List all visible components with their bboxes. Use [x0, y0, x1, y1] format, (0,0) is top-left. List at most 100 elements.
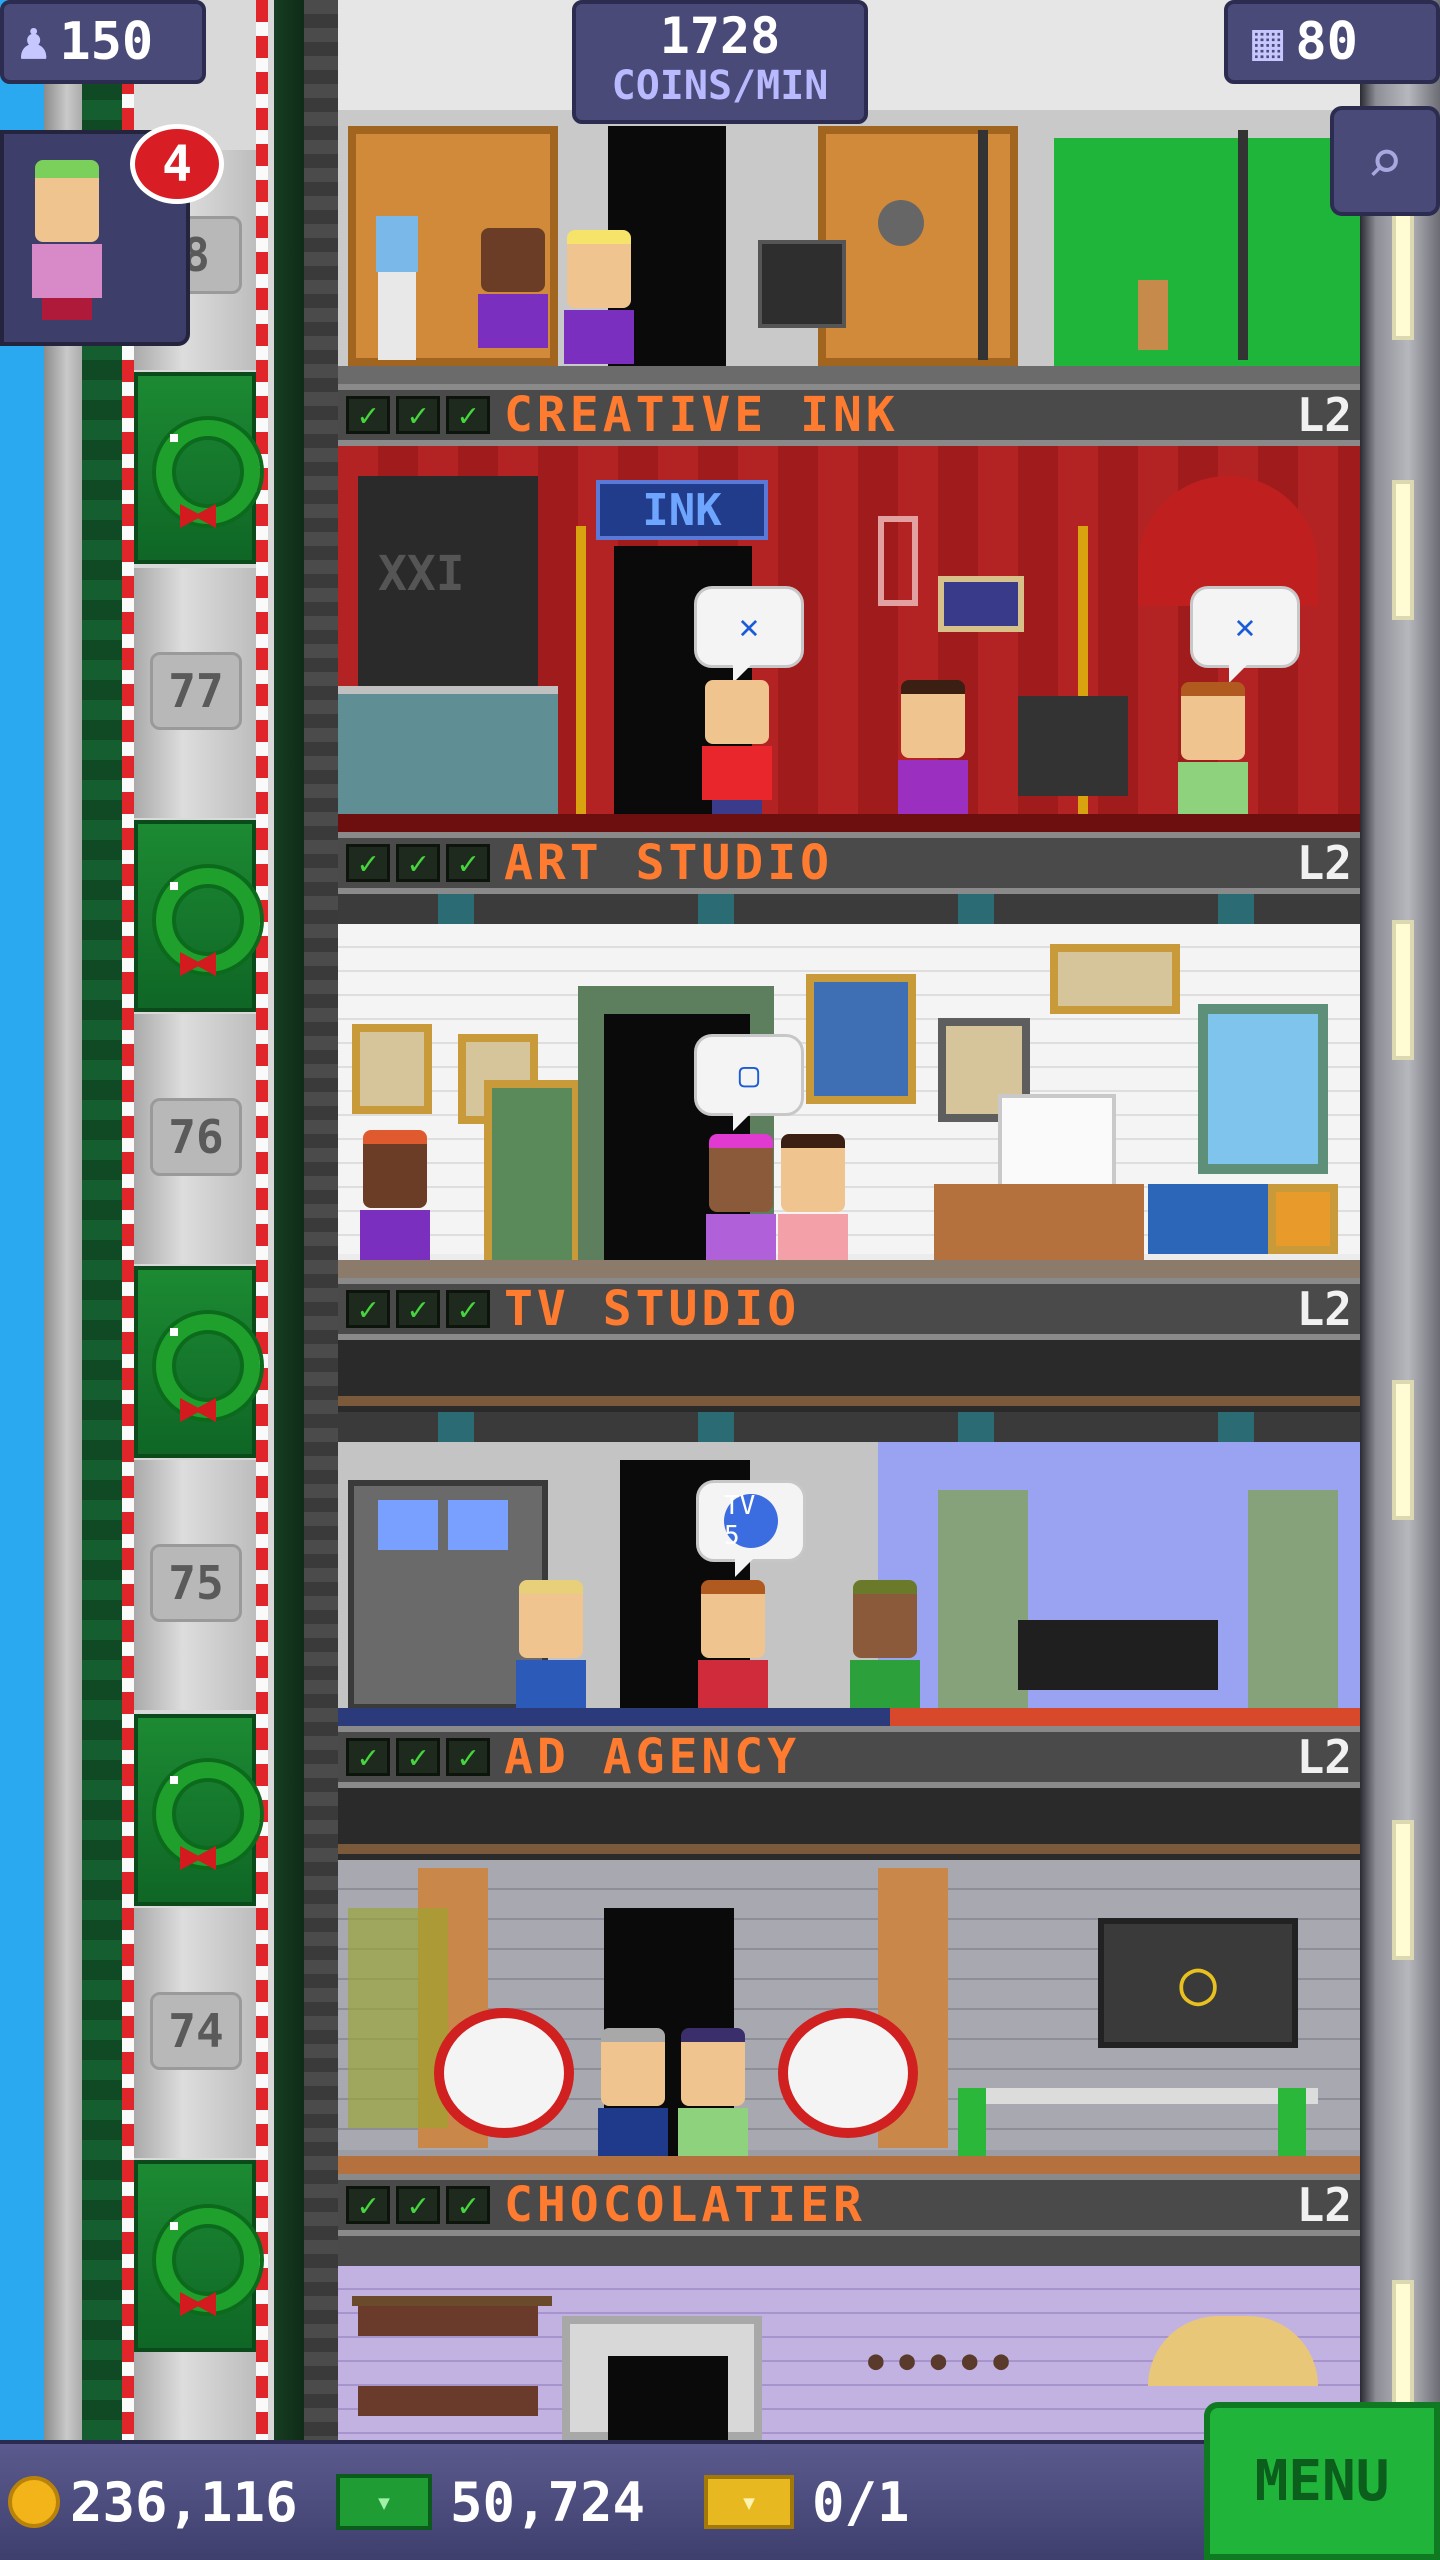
- plant: [938, 1490, 1028, 1710]
- floor-level: L2: [1296, 388, 1352, 442]
- checkmark-icon: ✓: [346, 1738, 390, 1776]
- checkmark-icon: ✓: [346, 844, 390, 882]
- floor-level: L2: [1296, 836, 1352, 890]
- elevator-floor-block: 77: [134, 568, 256, 818]
- office-chair: [958, 2088, 986, 2158]
- plant: [348, 1908, 448, 2128]
- ceiling: [338, 1412, 1360, 1442]
- tenant-person[interactable]: [702, 680, 772, 822]
- plant: [1248, 1490, 1338, 1710]
- room-creative-ink[interactable]: XXI INK ✕ ✕: [338, 446, 1360, 832]
- coins-value: 236,116: [70, 2470, 298, 2534]
- checkmark-icon: ✓: [396, 396, 440, 434]
- picture-frame: [484, 1080, 580, 1270]
- tenant-person[interactable]: [598, 2028, 668, 2174]
- elevator-floor-block: [134, 2352, 256, 2440]
- coins-rate-value: 1728: [659, 7, 781, 65]
- glass-counter: [338, 686, 558, 814]
- tenant-person[interactable]: [698, 1580, 768, 1726]
- xxi-sign: XXI: [378, 546, 465, 602]
- bux-display[interactable]: ▾ 50,724: [336, 2462, 645, 2542]
- studio-couch: [1018, 1620, 1218, 1690]
- wreath-block: [134, 820, 260, 1012]
- building-inner-rail: [304, 0, 338, 2440]
- checkmark-icon: ✓: [396, 844, 440, 882]
- floor-banner[interactable]: ✓ ✓ ✓ ART STUDIO L2: [338, 832, 1360, 894]
- floor-number: 77: [150, 652, 242, 730]
- speech-bubble[interactable]: ✕: [694, 586, 804, 668]
- floor-level: L2: [1296, 1730, 1352, 1784]
- checkmark-icon: ✓: [446, 396, 490, 434]
- floor-number: 76: [150, 1098, 242, 1176]
- wreath-block: [134, 1266, 260, 1458]
- tenant-person[interactable]: [850, 1580, 920, 1726]
- ceiling: [338, 2236, 1360, 2266]
- cabinet: [1148, 1184, 1278, 1254]
- room-ad-agency[interactable]: ◯: [338, 1788, 1360, 2174]
- easel-canvas: [998, 1094, 1116, 1192]
- floor-number: 74: [150, 1992, 242, 2070]
- elevator-floor-block: 76: [134, 1014, 256, 1264]
- checkmark-icon: ✓: [396, 1290, 440, 1328]
- tv-channel-icon: TV 5: [724, 1491, 778, 1551]
- light-stand: [978, 130, 988, 360]
- picture-frame: [806, 974, 916, 1104]
- wreath-block: [134, 2160, 260, 2352]
- checkmark-icon: ✓: [446, 2186, 490, 2224]
- tickets-value: 0/1: [812, 2470, 910, 2534]
- checkmark-icon: ✓: [396, 1738, 440, 1776]
- ceiling: [338, 894, 1360, 924]
- room-art-studio[interactable]: ▢: [338, 894, 1360, 1278]
- candy-cane-stripe-right: [256, 0, 268, 2440]
- coins-rate-unit: COINS/MIN: [611, 63, 829, 109]
- tenant-person[interactable]: [678, 2028, 748, 2174]
- picture-frame: [938, 576, 1024, 632]
- sky-background: [0, 0, 44, 2440]
- speech-bubble[interactable]: TV 5: [696, 1480, 806, 1562]
- floor-name: TV STUDIO: [504, 1281, 801, 1337]
- speech-bubble[interactable]: ✕: [1190, 586, 1300, 668]
- floor-level: L2: [1296, 2178, 1352, 2232]
- floor-banner[interactable]: ✓ ✓ ✓ CREATIVE INK L2: [338, 384, 1360, 446]
- room-tv-studio[interactable]: TV 5: [338, 1340, 1360, 1726]
- wreath-block: [134, 372, 260, 564]
- floor-banner[interactable]: ✓ ✓ ✓ CHOCOLATIER L2: [338, 2174, 1360, 2236]
- window: [1392, 1820, 1414, 1960]
- tenant-person[interactable]: [778, 1134, 848, 1278]
- room-doorway: [608, 2356, 728, 2440]
- tenant-person[interactable]: [478, 228, 548, 348]
- coin-icon: [8, 2476, 60, 2528]
- menu-button[interactable]: MENU: [1204, 2402, 1440, 2560]
- tenant-person[interactable]: [1178, 682, 1248, 832]
- coins-per-minute-panel: 1728 COINS/MIN: [572, 0, 868, 124]
- checkmark-icon: ✓: [346, 1290, 390, 1328]
- floor-name: ART STUDIO: [504, 835, 833, 891]
- egg-chair: [778, 2008, 918, 2138]
- avatar: [32, 160, 102, 320]
- population-value: 150: [59, 12, 154, 72]
- speech-bubble[interactable]: ▢: [694, 1034, 804, 1116]
- window: [1392, 2280, 1414, 2420]
- tenant-person[interactable]: [516, 1580, 586, 1726]
- tickets-display[interactable]: ▾ 0/1: [704, 2462, 910, 2542]
- building-icon: ▦: [1252, 12, 1284, 72]
- population-counter[interactable]: ♟ 150: [0, 0, 206, 84]
- floor-name: CHOCOLATIER: [504, 2177, 866, 2233]
- coins-display[interactable]: 236,116: [8, 2462, 298, 2542]
- person-icon: ♟: [18, 12, 50, 72]
- office-chair: [1278, 2088, 1306, 2158]
- bux-icon: ▾: [336, 2474, 432, 2530]
- floor-count-button[interactable]: ▦ 80: [1224, 0, 1440, 84]
- tenant-person[interactable]: [564, 230, 634, 364]
- picture-frame: [1050, 944, 1180, 1014]
- tenant-person[interactable]: [898, 680, 968, 832]
- ring-display: ◯: [1098, 1918, 1298, 2048]
- tenant-person[interactable]: [360, 1130, 430, 1264]
- elevator-floor-block: 75: [134, 1460, 256, 1710]
- search-button[interactable]: ⌕: [1330, 106, 1440, 216]
- bux-value: 50,724: [450, 2470, 646, 2534]
- floor-banner[interactable]: ✓ ✓ ✓ TV STUDIO L2: [338, 1278, 1360, 1340]
- floor-banner[interactable]: ✓ ✓ ✓ AD AGENCY L2: [338, 1726, 1360, 1788]
- floor-name: CREATIVE INK: [504, 387, 899, 443]
- tenant-person[interactable]: [706, 1134, 776, 1278]
